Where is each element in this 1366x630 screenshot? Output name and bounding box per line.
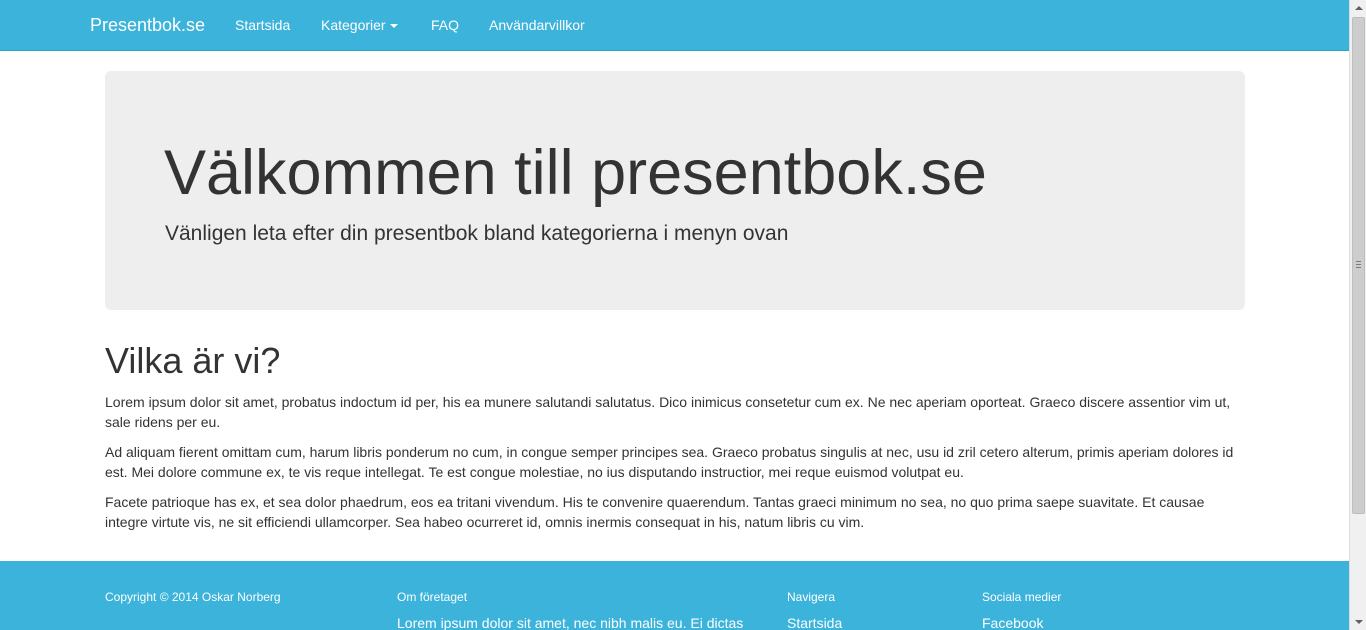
footer-nav-heading: Navigera [787, 590, 836, 604]
footer-social-column: Sociala medier Facebook [982, 590, 1061, 630]
nav-item-anvandarvillkor[interactable]: Användarvillkor [489, 17, 585, 33]
about-paragraph-2: Ad aliquam fierent omittam cum, harum li… [105, 444, 1234, 480]
grip-line-icon [1356, 264, 1361, 265]
nav-item-kategorier-label: Kategorier [321, 17, 386, 33]
footer-nav-link-startsida[interactable]: Startsida [787, 615, 842, 630]
about-paragraph-1: Lorem ipsum dolor sit amet, probatus ind… [105, 394, 1231, 430]
nav-item-faq[interactable]: FAQ [431, 17, 459, 33]
footer-nav-column: Navigera Startsida [787, 590, 842, 630]
brand-link[interactable]: Presentbok.se [90, 15, 205, 36]
grip-line-icon [1356, 267, 1361, 268]
footer-copyright: Copyright © 2014 Oskar Norberg [105, 590, 281, 604]
scrollbar-thumb[interactable] [1352, 17, 1365, 514]
jumbotron-heading: Välkommen till presentbok.se [164, 138, 987, 208]
arrow-up-icon [1355, 6, 1363, 10]
footer-social-heading: Sociala medier [982, 590, 1062, 604]
footer-social-link-facebook[interactable]: Facebook [982, 615, 1061, 630]
arrow-down-icon [1355, 620, 1363, 624]
footer-company-heading: Om företaget [397, 590, 468, 604]
top-navbar: Presentbok.se Startsida Kategorier FAQ A… [0, 0, 1349, 51]
jumbotron-subheading: Vänligen leta efter din presentbok bland… [165, 222, 789, 245]
vertical-scrollbar[interactable] [1349, 0, 1366, 630]
about-paragraph-3: Facete patrioque has ex, et sea dolor ph… [105, 494, 1205, 530]
welcome-jumbotron: Välkommen till presentbok.se Vänligen le… [105, 71, 1245, 310]
footer-company-column: Om företaget Lorem ipsum dolor sit amet,… [397, 590, 743, 630]
grip-line-icon [1356, 261, 1361, 262]
about-heading: Vilka är vi? [105, 340, 281, 381]
about-section: Vilka är vi? Lorem ipsum dolor sit amet,… [105, 340, 1245, 542]
scroll-down-button[interactable] [1350, 613, 1366, 630]
footer-company-text: Lorem ipsum dolor sit amet, nec nibh mal… [397, 615, 744, 630]
page-footer: Copyright © 2014 Oskar Norberg Om företa… [0, 561, 1349, 630]
caret-down-icon [389, 24, 398, 29]
scroll-up-button[interactable] [1350, 0, 1366, 17]
nav-item-kategorier[interactable]: Kategorier [321, 17, 398, 33]
nav-item-startsida[interactable]: Startsida [235, 17, 290, 33]
